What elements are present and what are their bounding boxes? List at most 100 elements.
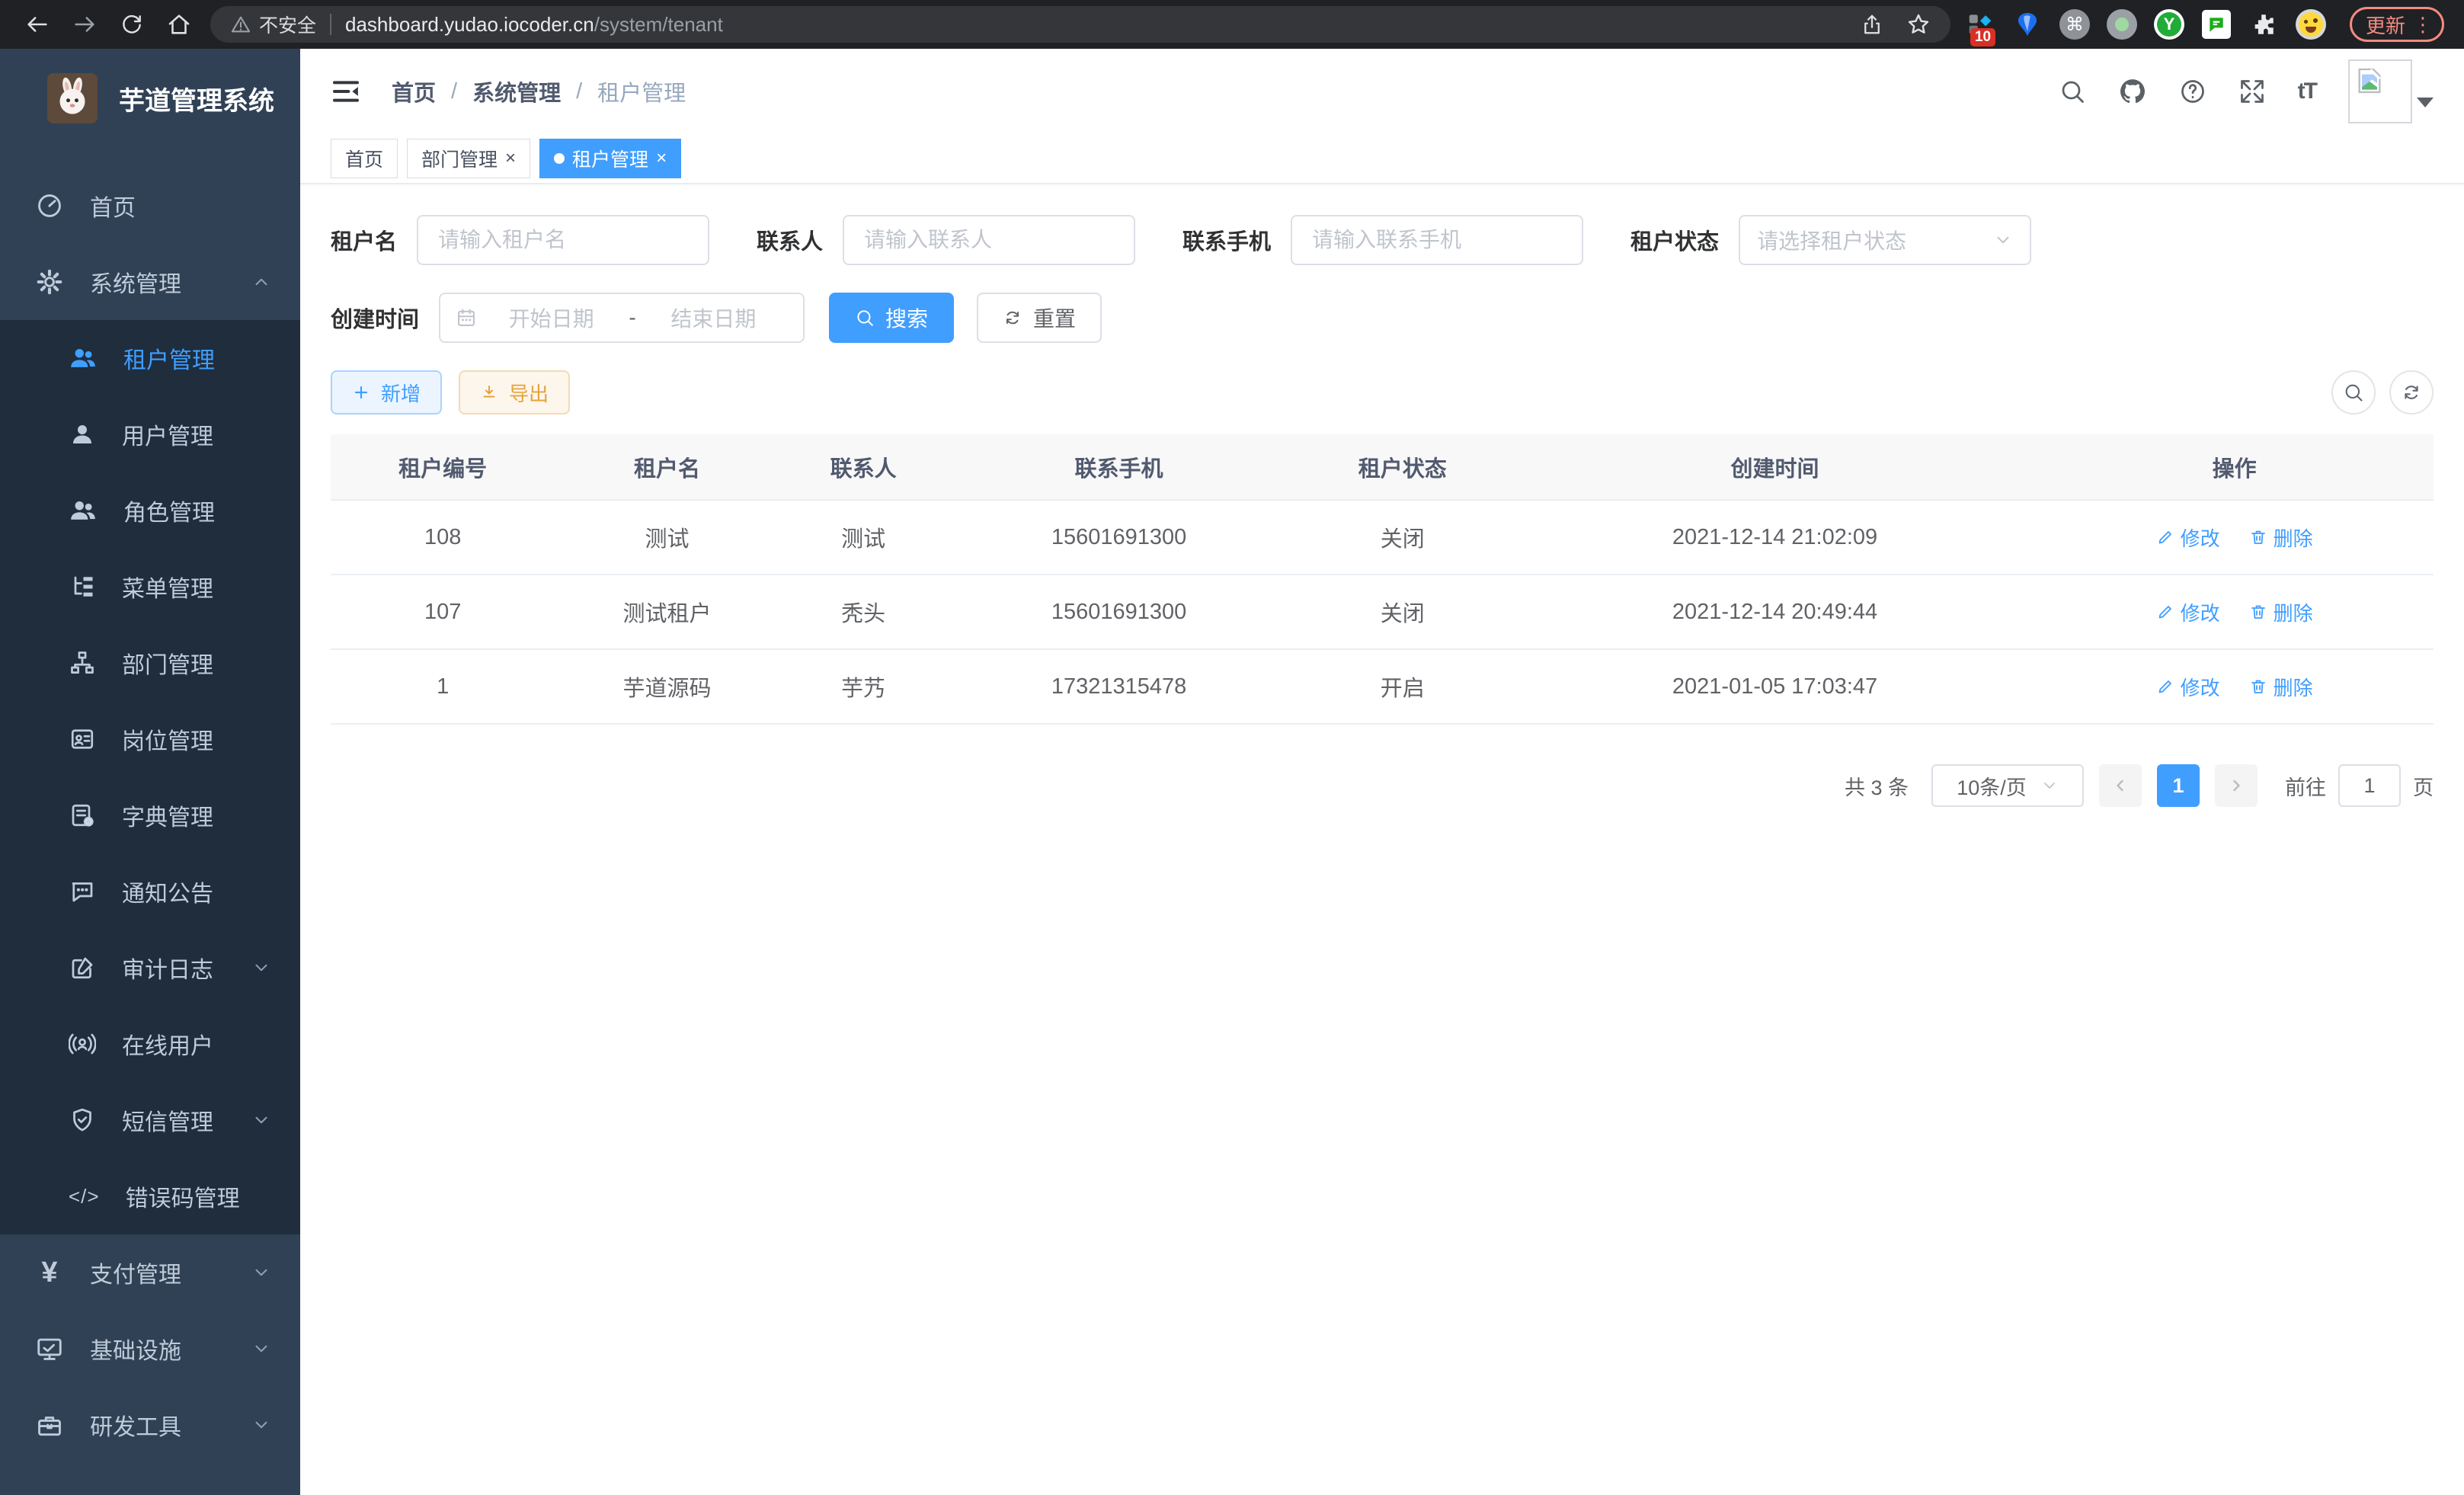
toggle-search-button[interactable] bbox=[2331, 370, 2376, 415]
search-icon bbox=[2343, 382, 2364, 403]
security-label[interactable]: 不安全 bbox=[259, 11, 316, 38]
status-text: 关闭 bbox=[1291, 575, 1515, 649]
bookmark-star-icon[interactable] bbox=[1906, 12, 1931, 37]
sidebar-item-tenant[interactable]: 租户管理 bbox=[0, 320, 300, 396]
active-dot bbox=[554, 153, 565, 164]
goto-page-input[interactable] bbox=[2338, 764, 2401, 807]
delete-link[interactable]: 删除 bbox=[2249, 598, 2313, 626]
extensions-puzzle-icon[interactable] bbox=[2248, 8, 2280, 40]
browser-forward-button[interactable] bbox=[61, 0, 108, 49]
sidebar-item-notice[interactable]: 通知公告 bbox=[0, 853, 300, 930]
extension-yudao-icon[interactable]: Y bbox=[2153, 8, 2185, 40]
address-bar[interactable]: 不安全 dashboard.yudao.iocoder.cn/system/te… bbox=[210, 6, 1950, 43]
sidebar-item-pay[interactable]: ¥ 支付管理 bbox=[0, 1234, 300, 1311]
sidebar-item-post[interactable]: 岗位管理 bbox=[0, 701, 300, 777]
sidebar-item-dict[interactable]: 字典管理 bbox=[0, 777, 300, 853]
pencil-icon bbox=[2156, 603, 2174, 621]
yen-icon: ¥ bbox=[35, 1257, 64, 1289]
start-date-placeholder[interactable]: 开始日期 bbox=[477, 303, 626, 333]
tenant-name-input[interactable] bbox=[417, 215, 709, 265]
help-icon[interactable] bbox=[2179, 78, 2206, 105]
sidebar-item-audit-log[interactable]: 审计日志 bbox=[0, 930, 300, 1006]
close-icon[interactable]: × bbox=[656, 149, 667, 168]
id-card-icon bbox=[69, 725, 96, 753]
sidebar-item-dev-tools[interactable]: 研发工具 bbox=[0, 1387, 300, 1463]
browser-menu-icon[interactable]: ⋮ bbox=[2413, 13, 2433, 37]
browser-back-button[interactable] bbox=[14, 0, 61, 49]
tag-home[interactable]: 首页 bbox=[331, 139, 398, 178]
extension-chat-icon[interactable] bbox=[2200, 8, 2232, 40]
sidebar-collapse-icon[interactable] bbox=[331, 76, 361, 107]
font-size-icon[interactable]: tT bbox=[2298, 78, 2316, 104]
url-text: dashboard.yudao.iocoder.cn/system/tenant bbox=[345, 13, 1861, 37]
breadcrumb-current: 租户管理 bbox=[597, 75, 686, 107]
toolbox-icon bbox=[35, 1410, 64, 1439]
breadcrumb-home[interactable]: 首页 bbox=[392, 75, 436, 107]
not-secure-icon bbox=[230, 14, 251, 35]
page-size-select[interactable]: 10条/页 bbox=[1931, 764, 2084, 807]
sidebar-menu: 首页 系统管理 租户管理 用户管理 角色管理 bbox=[0, 148, 300, 1463]
caret-left-icon bbox=[2111, 776, 2130, 795]
sidebar-item-online-user[interactable]: 在线用户 bbox=[0, 1006, 300, 1082]
profile-avatar-icon[interactable] bbox=[2295, 8, 2327, 40]
delete-link[interactable]: 删除 bbox=[2249, 673, 2313, 701]
end-date-placeholder[interactable]: 结束日期 bbox=[639, 303, 788, 333]
contact-name-label: 联系人 bbox=[757, 224, 823, 256]
export-button[interactable]: 导出 bbox=[459, 370, 570, 415]
sidebar-item-dept[interactable]: 部门管理 bbox=[0, 625, 300, 701]
reset-button[interactable]: 重置 bbox=[977, 293, 1102, 343]
tag-tenant[interactable]: 租户管理 × bbox=[539, 139, 681, 178]
breadcrumb-system[interactable]: 系统管理 bbox=[472, 75, 561, 107]
prev-page-button[interactable] bbox=[2099, 764, 2142, 807]
extension-grid-icon[interactable]: 10 bbox=[1964, 8, 1996, 40]
menu-tree-icon bbox=[69, 573, 96, 600]
table-row: 107 测试租户 秃头 15601691300 关闭 2021-12-14 20… bbox=[331, 575, 2434, 649]
search-button[interactable]: 搜索 bbox=[829, 293, 954, 343]
extension-record-icon[interactable] bbox=[2106, 8, 2138, 40]
trash-icon bbox=[2249, 677, 2267, 696]
user-menu[interactable] bbox=[2348, 59, 2434, 123]
extensions-area: 10 ⌘ Y 更新 ⋮ bbox=[1964, 7, 2444, 42]
header-search-icon[interactable] bbox=[2059, 78, 2086, 105]
share-icon[interactable] bbox=[1861, 13, 1883, 36]
trash-icon bbox=[2249, 603, 2267, 621]
browser-home-button[interactable] bbox=[155, 0, 203, 49]
sidebar-item-infra[interactable]: 基础设施 bbox=[0, 1311, 300, 1387]
browser-reload-button[interactable] bbox=[108, 0, 155, 49]
sidebar-item-menu[interactable]: 菜单管理 bbox=[0, 549, 300, 625]
sidebar-item-sms[interactable]: 短信管理 bbox=[0, 1082, 300, 1158]
contact-name-input[interactable] bbox=[843, 215, 1135, 265]
tenant-status-select[interactable]: 请选择租户状态 bbox=[1739, 215, 2031, 265]
close-icon[interactable]: × bbox=[505, 149, 516, 168]
extension-kite-icon[interactable] bbox=[2011, 8, 2043, 40]
fullscreen-icon[interactable] bbox=[2238, 78, 2266, 105]
browser-update-button[interactable]: 更新 ⋮ bbox=[2350, 7, 2444, 42]
contact-mobile-input[interactable] bbox=[1291, 215, 1583, 265]
tenant-table: 租户编号 租户名 联系人 联系手机 租户状态 创建时间 操作 108 测试 测试 bbox=[331, 434, 2434, 725]
omnibox-divider bbox=[330, 14, 331, 35]
github-icon[interactable] bbox=[2118, 77, 2147, 106]
avatar[interactable] bbox=[2348, 59, 2412, 123]
add-button[interactable]: 新增 bbox=[331, 370, 442, 415]
edit-link[interactable]: 修改 bbox=[2156, 598, 2220, 626]
sidebar-item-home[interactable]: 首页 bbox=[0, 168, 300, 244]
next-page-button[interactable] bbox=[2215, 764, 2258, 807]
browser-toolbar: 不安全 dashboard.yudao.iocoder.cn/system/te… bbox=[0, 0, 2464, 49]
edit-link[interactable]: 修改 bbox=[2156, 523, 2220, 552]
caret-right-icon bbox=[2227, 776, 2245, 795]
extension-command-icon[interactable]: ⌘ bbox=[2059, 8, 2091, 40]
edit-link[interactable]: 修改 bbox=[2156, 673, 2220, 701]
sidebar-item-system[interactable]: 系统管理 bbox=[0, 244, 300, 320]
sidebar-item-error-code[interactable]: </> 错误码管理 bbox=[0, 1158, 300, 1234]
sidebar-item-role[interactable]: 角色管理 bbox=[0, 472, 300, 549]
page-number-1[interactable]: 1 bbox=[2157, 764, 2200, 807]
refresh-table-button[interactable] bbox=[2389, 370, 2434, 415]
col-mobile: 联系手机 bbox=[947, 434, 1290, 500]
create-time-range-picker[interactable]: 开始日期 - 结束日期 bbox=[439, 293, 805, 343]
refresh-icon bbox=[2401, 382, 2422, 403]
col-actions: 操作 bbox=[2035, 434, 2434, 500]
delete-link[interactable]: 删除 bbox=[2249, 523, 2313, 552]
sidebar-item-user[interactable]: 用户管理 bbox=[0, 396, 300, 472]
tag-dept[interactable]: 部门管理 × bbox=[407, 139, 530, 178]
code-icon: </> bbox=[69, 1185, 100, 1208]
